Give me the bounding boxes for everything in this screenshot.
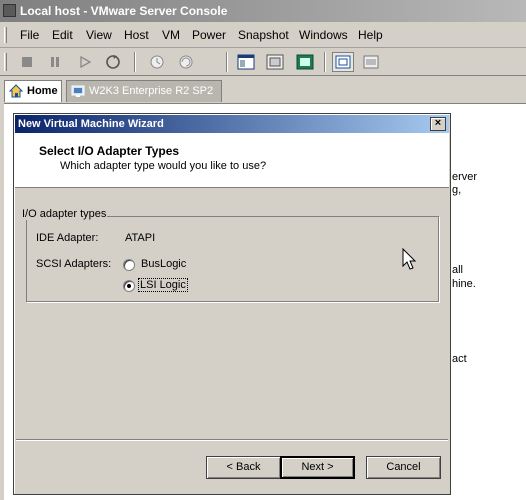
background-text: all	[452, 264, 464, 276]
toolbar-grip	[4, 53, 7, 71]
page-title: Select I/O Adapter Types	[39, 144, 180, 158]
dialog-title-bar: New Virtual Machine Wizard ×	[15, 115, 449, 133]
background-text: act	[452, 353, 467, 365]
menu-help[interactable]: Help	[358, 28, 383, 42]
lsi-logic-label[interactable]: LSI Logic	[138, 278, 188, 292]
background-text: erver	[452, 171, 478, 183]
tab-home[interactable]: Home	[4, 80, 62, 102]
virtual-machine-icon	[71, 85, 85, 97]
lsi-logic-label-text: LSI Logic	[140, 279, 186, 291]
ide-adapter-label: IDE Adapter:	[36, 232, 99, 244]
background-text: hine.	[452, 278, 476, 290]
quick-switch-icon[interactable]	[264, 52, 286, 72]
new-vm-wizard-dialog: New Virtual Machine Wizard × Select I/O …	[13, 113, 451, 495]
tab-vm-label: W2K3 Enterprise R2 SP2	[89, 85, 214, 97]
toolbar-separator	[226, 52, 228, 72]
close-icon[interactable]: ×	[430, 117, 446, 131]
reset-icon[interactable]	[102, 52, 124, 72]
menu-view[interactable]: View	[86, 28, 112, 42]
menu-host[interactable]: Host	[124, 28, 149, 42]
button-separator	[16, 439, 448, 441]
menu-edit[interactable]: Edit	[52, 28, 73, 42]
pause-icon[interactable]	[44, 52, 66, 72]
home-icon	[9, 84, 23, 98]
menu-bar: File Edit View Host VM Power Snapshot Wi…	[0, 22, 526, 48]
buslogic-radio[interactable]	[123, 259, 135, 271]
back-button[interactable]: < Back	[206, 456, 281, 479]
show-sidebar-icon[interactable]	[235, 52, 257, 72]
group-title: I/O adapter types	[21, 208, 108, 220]
dialog-title: New Virtual Machine Wizard	[18, 118, 164, 130]
buslogic-label[interactable]: BusLogic	[141, 258, 186, 270]
menu-grip	[4, 27, 7, 43]
menu-file[interactable]: File	[20, 28, 39, 42]
tab-home-label: Home	[27, 85, 58, 97]
stop-icon[interactable]	[16, 52, 38, 72]
menu-vm[interactable]: VM	[162, 28, 180, 42]
wizard-header: Select I/O Adapter Types Which adapter t…	[15, 133, 449, 188]
console-view-icon[interactable]	[360, 52, 382, 72]
play-icon[interactable]	[74, 52, 96, 72]
mouse-cursor-icon	[402, 248, 417, 270]
snapshot-icon[interactable]	[146, 52, 168, 72]
background-text: g,	[452, 184, 462, 196]
page-subtitle: Which adapter type would you like to use…	[60, 160, 267, 172]
ide-adapter-value: ATAPI	[125, 232, 156, 244]
tab-strip: Home W2K3 Enterprise R2 SP2	[0, 77, 526, 103]
revert-icon[interactable]	[175, 52, 197, 72]
cancel-button[interactable]: Cancel	[366, 456, 441, 479]
menu-power[interactable]: Power	[192, 28, 226, 42]
summary-view-icon[interactable]	[332, 52, 354, 72]
vmware-app-icon	[3, 4, 16, 17]
window-title-bar: Local host - VMware Server Console	[0, 0, 526, 22]
scsi-adapters-label: SCSI Adapters:	[36, 258, 112, 270]
next-button[interactable]: Next >	[280, 456, 355, 479]
menu-snapshot[interactable]: Snapshot	[238, 28, 289, 42]
full-screen-icon[interactable]	[294, 52, 316, 72]
tab-vm[interactable]: W2K3 Enterprise R2 SP2	[66, 80, 222, 102]
toolbar	[0, 48, 526, 76]
lsi-logic-radio[interactable]	[123, 280, 135, 292]
menu-windows[interactable]: Windows	[299, 28, 348, 42]
window-title: Local host - VMware Server Console	[20, 4, 228, 18]
toolbar-separator	[134, 52, 136, 72]
toolbar-separator	[324, 52, 326, 72]
